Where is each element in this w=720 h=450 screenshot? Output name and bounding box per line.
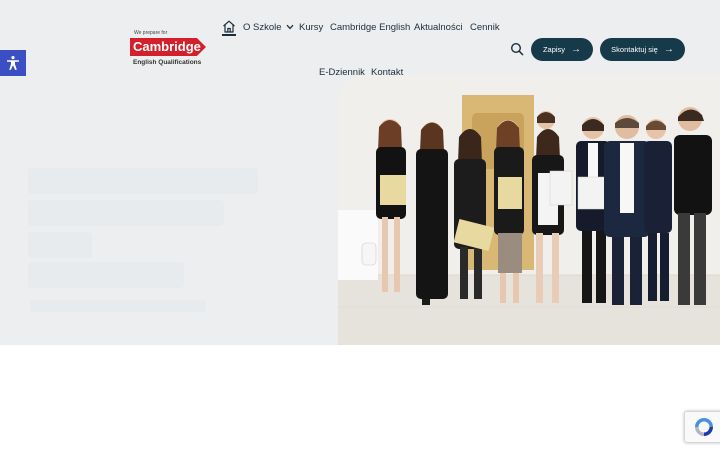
accessibility-icon bbox=[7, 56, 19, 70]
nav-item-aktualnosci[interactable]: Aktualności bbox=[414, 22, 463, 33]
enroll-label: Zapisy bbox=[542, 45, 566, 54]
hero-photo bbox=[338, 75, 720, 345]
chevron-down-icon bbox=[286, 22, 294, 33]
search-button[interactable] bbox=[510, 42, 524, 56]
arrow-right-icon: → bbox=[663, 43, 674, 55]
nav-home[interactable] bbox=[222, 20, 236, 36]
accessibility-button[interactable] bbox=[0, 50, 26, 76]
nav-item-cennik[interactable]: Cennik bbox=[470, 22, 500, 33]
logo-subtitle: English Qualifications bbox=[133, 59, 202, 66]
recaptcha-icon bbox=[695, 418, 713, 436]
contact-button[interactable]: Skontaktuj się → bbox=[600, 38, 685, 61]
students-group-illustration bbox=[338, 75, 720, 345]
enroll-button[interactable]: Zapisy → bbox=[531, 38, 593, 61]
contact-label: Skontaktuj się bbox=[611, 45, 658, 54]
arrow-right-icon: → bbox=[571, 43, 582, 55]
nav-item-label: O Szkole bbox=[243, 22, 282, 33]
nav-item-kursy[interactable]: Kursy bbox=[299, 22, 323, 33]
search-icon bbox=[510, 42, 524, 56]
cambridge-logo[interactable]: We prepare for Cambridge English Qualifi… bbox=[130, 29, 210, 71]
nav-item-o-szkole[interactable]: O Szkole bbox=[243, 22, 294, 33]
home-icon bbox=[223, 20, 235, 33]
logo-tagline: We prepare for bbox=[134, 30, 168, 36]
recaptcha-badge[interactable] bbox=[684, 411, 720, 443]
logo-brand: Cambridge bbox=[130, 38, 206, 56]
nav-item-cambridge-english[interactable]: Cambridge English bbox=[330, 22, 410, 33]
